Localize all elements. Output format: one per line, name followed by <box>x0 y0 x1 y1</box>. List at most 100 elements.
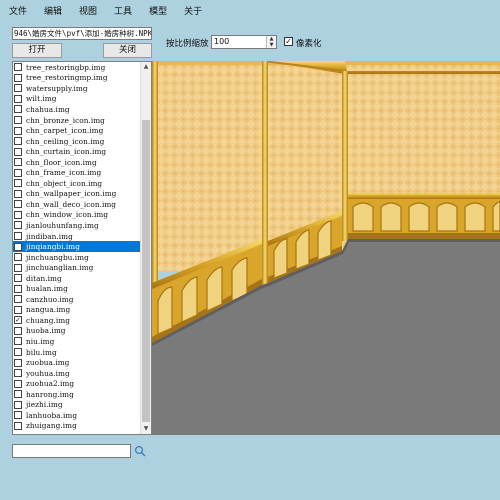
file-name: chn_curtain_icon.img <box>26 147 107 157</box>
zoom-input[interactable]: 100 ▲ ▼ <box>211 35 277 49</box>
menu-view[interactable]: 视图 <box>70 4 105 17</box>
file-checkbox[interactable] <box>14 411 22 420</box>
file-checkbox[interactable] <box>14 284 22 293</box>
file-checkbox[interactable] <box>14 105 22 114</box>
file-checkbox[interactable] <box>14 221 22 230</box>
file-list-item[interactable]: zhuigang.img <box>13 421 140 432</box>
close-button[interactable]: 关闭 <box>103 43 152 58</box>
file-list-item[interactable]: chn_curtain_icon.img <box>13 146 140 157</box>
file-checkbox[interactable] <box>14 168 22 177</box>
file-list-item[interactable]: jinchuangbu.img <box>13 252 140 263</box>
file-checkbox[interactable] <box>14 210 22 219</box>
file-name: jinchuanglian.img <box>26 263 94 273</box>
file-name: chn_window_icon.img <box>26 210 109 220</box>
file-checkbox[interactable] <box>14 189 22 198</box>
file-list-item[interactable]: jiezhi.img <box>13 400 140 411</box>
file-list-item[interactable]: jianlouhunfang.img <box>13 220 140 231</box>
file-checkbox[interactable] <box>14 295 22 304</box>
file-checkbox[interactable] <box>14 200 22 209</box>
file-name: chn_carpet_icon.img <box>26 126 104 136</box>
file-list-item[interactable]: chn_wall_deco_icon.img <box>13 199 140 210</box>
scrollbar-thumb[interactable] <box>142 120 150 422</box>
file-checkbox[interactable] <box>14 126 22 135</box>
file-list-item[interactable]: lanhuoba.img <box>13 410 140 421</box>
file-checkbox[interactable] <box>14 84 22 93</box>
file-list-item[interactable]: youhua.img <box>13 368 140 379</box>
file-list-item[interactable]: zuohua2.img <box>13 378 140 389</box>
path-field[interactable]: 946\婚房文件\pvf\添加-婚房种树.NPK <box>12 27 152 40</box>
zoom-spinner[interactable]: ▲ ▼ <box>266 36 276 48</box>
file-list-item[interactable]: chn_floor_icon.img <box>13 157 140 168</box>
file-checkbox[interactable] <box>14 253 22 262</box>
menu-edit[interactable]: 编辑 <box>35 4 70 17</box>
open-button[interactable]: 打开 <box>12 43 62 58</box>
search-input[interactable] <box>12 444 131 458</box>
file-name: chuang.img <box>26 315 70 325</box>
file-list-item[interactable]: chn_window_icon.img <box>13 210 140 221</box>
file-name: jindiban.img <box>26 231 73 241</box>
file-list-item[interactable]: ✓ chuang.img <box>13 315 140 326</box>
file-checkbox[interactable] <box>14 274 22 283</box>
file-checkbox[interactable] <box>14 73 22 82</box>
scrollbar[interactable]: ▲ ▼ <box>140 62 151 434</box>
file-checkbox[interactable] <box>14 137 22 146</box>
file-list-item[interactable]: chn_object_icon.img <box>13 178 140 189</box>
file-checkbox[interactable] <box>14 305 22 314</box>
file-checkbox[interactable] <box>14 179 22 188</box>
file-checkbox[interactable]: ✓ <box>14 316 22 325</box>
file-name: jinchuangbu.img <box>26 252 89 262</box>
file-list-item[interactable]: chahua.img <box>13 104 140 115</box>
file-list-item[interactable]: chn_bronze_icon.img <box>13 115 140 126</box>
file-checkbox[interactable] <box>14 63 22 72</box>
file-checkbox[interactable] <box>14 390 22 399</box>
file-list-item[interactable]: niu.img <box>13 336 140 347</box>
file-list-item[interactable]: hualan.img <box>13 283 140 294</box>
file-list-item[interactable]: chn_frame_icon.img <box>13 167 140 178</box>
search-icon[interactable] <box>134 445 146 457</box>
menu-about[interactable]: 关于 <box>175 4 210 17</box>
file-checkbox[interactable] <box>14 348 22 357</box>
file-checkbox[interactable] <box>14 94 22 103</box>
pixelate-checkbox[interactable]: ✓ <box>284 37 293 46</box>
menu-model[interactable]: 模型 <box>140 4 175 17</box>
file-list-item[interactable]: chn_ceiling_icon.img <box>13 136 140 147</box>
menu-tools[interactable]: 工具 <box>105 4 140 17</box>
file-checkbox[interactable] <box>14 158 22 167</box>
pixelate-label: 像素化 <box>296 39 322 49</box>
file-list[interactable]: tree_restoringbp.img tree_restoringmp.img… <box>12 61 152 435</box>
file-checkbox[interactable] <box>14 263 22 272</box>
file-checkbox[interactable] <box>14 337 22 346</box>
file-checkbox[interactable] <box>14 421 22 430</box>
file-list-item[interactable]: nangua.img <box>13 305 140 316</box>
file-list-item[interactable]: watersupply.img <box>13 83 140 94</box>
file-checkbox[interactable] <box>14 369 22 378</box>
file-checkbox[interactable] <box>14 242 22 251</box>
file-list-item[interactable]: bilu.img <box>13 347 140 358</box>
file-list-item[interactable]: zuobua.img <box>13 357 140 368</box>
file-checkbox[interactable] <box>14 400 22 409</box>
file-list-item[interactable]: canzhuo.img <box>13 294 140 305</box>
file-checkbox[interactable] <box>14 232 22 241</box>
file-name: zhuigang.img <box>26 421 77 431</box>
file-list-item[interactable]: tree_restoringmp.img <box>13 73 140 84</box>
file-list-item[interactable]: jindiban.img <box>13 231 140 242</box>
file-list-item[interactable]: hanrong.img <box>13 389 140 400</box>
scroll-up-arrow-icon[interactable]: ▲ <box>141 62 151 72</box>
file-list-item[interactable]: huoba.img <box>13 326 140 337</box>
file-list-item[interactable]: ditan.img <box>13 273 140 284</box>
room-preview[interactable] <box>152 61 500 435</box>
file-list-item[interactable]: tree_restoringbp.img <box>13 62 140 73</box>
file-checkbox[interactable] <box>14 358 22 367</box>
file-checkbox[interactable] <box>14 326 22 335</box>
scroll-down-arrow-icon[interactable]: ▼ <box>141 424 151 434</box>
file-list-item[interactable]: chn_carpet_icon.img <box>13 125 140 136</box>
file-checkbox[interactable] <box>14 147 22 156</box>
file-list-item[interactable]: jinchuanglian.img <box>13 262 140 273</box>
menu-file[interactable]: 文件 <box>0 4 35 17</box>
file-checkbox[interactable] <box>14 116 22 124</box>
file-checkbox[interactable] <box>14 379 22 388</box>
file-name: watersupply.img <box>26 83 88 93</box>
file-list-item[interactable]: jinqiangbi.img <box>13 241 140 252</box>
file-list-item[interactable]: chn_wallpaper_icon.img <box>13 189 140 200</box>
file-list-item[interactable]: wilt.img <box>13 94 140 105</box>
